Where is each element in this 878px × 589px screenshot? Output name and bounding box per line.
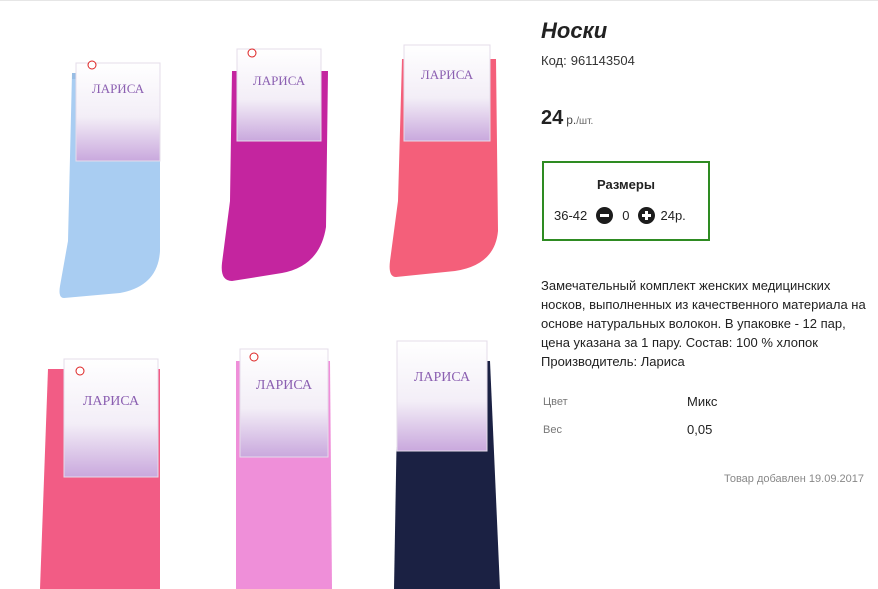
property-value: Микс — [687, 394, 718, 409]
brand-text: ЛАРИСА — [83, 394, 140, 409]
brand-text: ЛАРИСА — [253, 73, 306, 88]
sock-light-blue: ЛАРИСА — [59, 60, 161, 298]
product-properties: Цвет Микс Вес 0,05 — [541, 394, 871, 450]
product-description: Замечательный комплект женских медицинск… — [541, 278, 866, 369]
sock-coral: ЛАРИСА — [389, 44, 498, 277]
minus-icon — [600, 213, 610, 217]
property-label: Цвет — [543, 396, 568, 408]
product-info: Носки Код: 961143504 24 р./шт. Размеры 36-… — [541, 0, 871, 589]
decrease-quantity-button[interactable] — [596, 206, 614, 224]
sock-magenta: ЛАРИСА — [221, 48, 328, 281]
code-label: Код: — [541, 53, 567, 68]
packaging-label — [63, 358, 159, 478]
packaging-label — [75, 62, 161, 162]
product-code: Код: 961143504 — [541, 53, 635, 68]
sizes-panel: Размеры 36-42 0 24р. — [542, 161, 710, 241]
packaging-label — [239, 348, 329, 458]
price-per-unit: /шт. — [576, 116, 594, 127]
quantity-value[interactable]: 0 — [622, 208, 629, 223]
packaging-label — [236, 48, 322, 142]
socks-photo-svg: ЛАРИСА ЛАРИСА ЛАРИСА ЛАРИСА ЛАРИСА ЛАРИС… — [40, 44, 500, 589]
price-unit: р. — [566, 113, 577, 127]
plus-icon — [642, 210, 652, 220]
product-price: 24 р./шт. — [541, 107, 593, 130]
brand-text: ЛАРИСА — [256, 378, 313, 393]
sizes-title: Размеры — [597, 177, 655, 192]
brand-text: ЛАРИСА — [421, 67, 474, 82]
product-photo[interactable]: ЛАРИСА ЛАРИСА ЛАРИСА ЛАРИСА ЛАРИСА ЛАРИС… — [0, 1, 530, 589]
code-value: 961143504 — [570, 53, 635, 68]
product-title: Носки — [541, 18, 608, 43]
date-added: Товар добавлен 19.09.2017 — [723, 473, 864, 485]
property-value: 0,05 — [687, 422, 713, 437]
property-row-weight: Вес 0,05 — [541, 422, 871, 450]
packaging-label — [403, 44, 491, 142]
size-label: 36-42 — [554, 207, 588, 223]
size-price: 24р. — [660, 207, 686, 223]
price-value: 24 — [541, 107, 564, 129]
brand-text: ЛАРИСА — [92, 81, 145, 96]
property-row-color: Цвет Микс — [541, 394, 871, 422]
property-label: Вес — [543, 424, 562, 436]
brand-text: ЛАРИСА — [414, 370, 471, 385]
packaging-label — [396, 340, 488, 452]
size-row: 36-42 0 24р. — [554, 205, 686, 225]
increase-quantity-button[interactable] — [638, 206, 656, 224]
sock-light-pink: ЛАРИСА — [236, 348, 332, 589]
sock-navy: ЛАРИСА — [394, 340, 500, 589]
sock-pink: ЛАРИСА — [40, 358, 160, 589]
